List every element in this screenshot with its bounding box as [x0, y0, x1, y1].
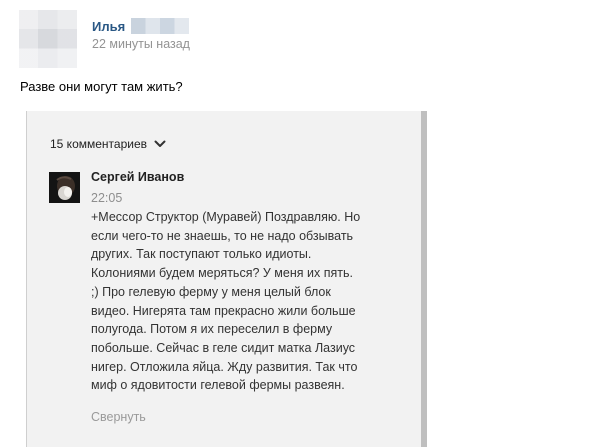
comment-line: миф о ядовитости гелевой фермы развеян.	[91, 378, 345, 393]
embedded-screenshot: 15 комментариев Сергей Иванов 22:05 +Мес…	[26, 111, 422, 447]
comment-line: видео. Нигерята там прекрасно жили больш…	[91, 303, 356, 318]
comment-line: нигер. Отложила яйца. Жду развития. Так …	[91, 359, 358, 374]
comment-line: +Мессор Структор (Муравей) Поздравляю. Н…	[91, 210, 361, 224]
comment-line: Колониями будем меряться? У меня их пять…	[91, 266, 353, 281]
author-avatar-blurred[interactable]	[19, 10, 77, 68]
author-name-link[interactable]: Илья	[92, 19, 125, 34]
comment-line: если чего-то не знаешь, то не надо обзыв…	[91, 228, 354, 243]
comment-time[interactable]: 22:05	[91, 191, 122, 205]
commenter-name[interactable]: Сергей Иванов	[91, 170, 184, 184]
comment-line: побольше. Сейчас в геле сидит матка Лази…	[91, 340, 356, 355]
comment-line: ;) Про гелевую ферму у меня целый блок	[91, 284, 331, 299]
collapse-button[interactable]: Свернуть	[91, 410, 146, 424]
post-author[interactable]: Илья	[92, 17, 190, 35]
comments-count-label: 15 комментариев	[50, 137, 148, 151]
commenter-avatar[interactable]	[49, 172, 80, 203]
author-surname-blurred	[131, 18, 190, 34]
comment-line: других. Так поступают только идиоты.	[91, 247, 312, 262]
chevron-down-icon	[154, 140, 166, 147]
comment-text: +Мессор Структор (Муравей) Поздравляю. Н…	[91, 208, 411, 395]
post-text: Разве они могут там жить?	[20, 79, 183, 94]
embed-border	[421, 111, 427, 447]
avatar-image	[49, 172, 80, 203]
comment-line: полугода. Потом я их переселил в ферму	[91, 322, 333, 337]
comments-count-toggle[interactable]: 15 комментариев	[50, 137, 166, 151]
post-timestamp[interactable]: 22 минуты назад	[92, 37, 190, 51]
